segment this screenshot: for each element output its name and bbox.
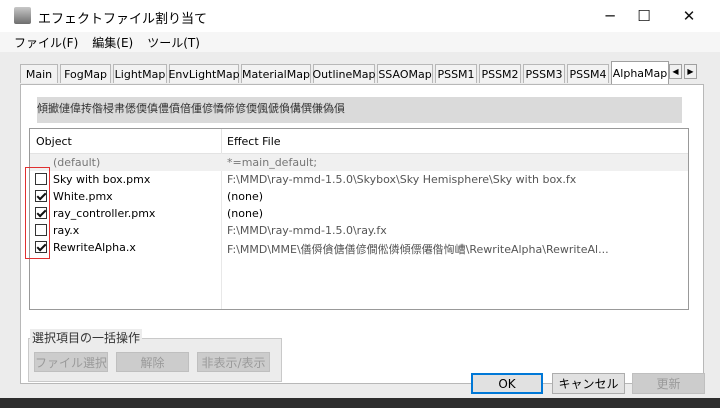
row-effect: *=main_default; xyxy=(227,156,318,169)
close-button[interactable]: ✕ xyxy=(667,0,711,32)
row-object: (default) xyxy=(53,156,101,169)
row-object: RewriteAlpha.x xyxy=(53,241,136,254)
ok-button[interactable]: OK xyxy=(471,373,543,394)
tab-pssm4[interactable]: PSSM4 xyxy=(567,64,609,83)
title-bar: エフェクトファイル割り当て ─ ☐ ✕ xyxy=(0,0,720,32)
table-row[interactable]: White.pmx (none) xyxy=(30,188,688,205)
row-object: ray.x xyxy=(53,224,80,237)
table-row[interactable]: RewriteAlpha.x F:\MMD\MME\僐僢僋傏僐偐僴倯僯傾僄僊偺恟… xyxy=(30,239,688,256)
list-header: Object Effect File xyxy=(30,129,688,154)
app-icon xyxy=(14,7,31,24)
column-header-object[interactable]: Object xyxy=(36,135,72,148)
row-effect: (none) xyxy=(227,190,264,203)
table-row[interactable]: (default) *=main_default; xyxy=(30,154,688,171)
row-effect: F:\MMD\ray-mmd-1.5.0\Skybox\Sky Hemisphe… xyxy=(227,173,577,186)
background-strip xyxy=(0,398,720,408)
tab-fogmap[interactable]: FogMap xyxy=(60,64,111,83)
tab-lightmap[interactable]: LightMap xyxy=(113,64,167,83)
menu-edit[interactable]: 編集(E) xyxy=(85,34,140,51)
object-list[interactable]: Object Effect File (default) *=main_defa… xyxy=(29,128,689,310)
cancel-button[interactable]: キャンセル xyxy=(552,373,625,394)
row-effect: (none) xyxy=(227,207,264,220)
row-object: White.pmx xyxy=(53,190,113,203)
table-row[interactable]: Sky with box.pmx F:\MMD\ray-mmd-1.5.0\Sk… xyxy=(30,171,688,188)
update-button[interactable]: 更新 xyxy=(632,373,705,394)
description-text: 傾擨僆偉抟偺梫帇僁偄傎僼僨偣偅偐憍偙偐偄偑傂偩傋僎傔偽傊 xyxy=(37,97,682,123)
tab-envlightmap[interactable]: EnvLightMap xyxy=(168,64,240,83)
column-separator[interactable] xyxy=(221,129,222,153)
menu-bar: ファイル(F) 編集(E) ツール(T) xyxy=(0,32,720,52)
file-select-button[interactable]: ファイル選択 xyxy=(34,352,108,372)
hide-show-button[interactable]: 非表示/表示 xyxy=(197,352,270,372)
column-header-effect[interactable]: Effect File xyxy=(227,135,281,148)
tab-pssm3[interactable]: PSSM3 xyxy=(523,64,565,83)
clear-button[interactable]: 解除 xyxy=(116,352,189,372)
tab-scroll-right-icon[interactable]: ▶ xyxy=(684,64,697,79)
window-title: エフェクトファイル割り当て xyxy=(38,12,208,27)
table-row[interactable]: ray_controller.pmx (none) xyxy=(30,205,688,222)
menu-tools[interactable]: ツール(T) xyxy=(140,34,207,51)
table-row[interactable]: ray.x F:\MMD\ray-mmd-1.5.0\ray.fx xyxy=(30,222,688,239)
bulk-ops-label: 選択項目の一括操作 xyxy=(30,329,143,346)
row-object: ray_controller.pmx xyxy=(53,207,156,220)
maximize-button[interactable]: ☐ xyxy=(622,0,666,32)
tab-alphamap[interactable]: AlphaMap xyxy=(611,61,669,84)
tab-scroll-left-icon[interactable]: ◀ xyxy=(669,64,682,79)
menu-file[interactable]: ファイル(F) xyxy=(0,34,85,51)
tab-pssm1[interactable]: PSSM1 xyxy=(435,64,477,83)
row-effect: F:\MMD\ray-mmd-1.5.0\ray.fx xyxy=(227,224,387,237)
tab-pssm2[interactable]: PSSM2 xyxy=(479,64,521,83)
tab-main[interactable]: Main xyxy=(20,64,58,83)
tab-ssaomap[interactable]: SSAOMap xyxy=(377,64,433,83)
tab-materialmap[interactable]: MaterialMap xyxy=(241,64,311,83)
row-object: Sky with box.pmx xyxy=(53,173,151,186)
row-effect: F:\MMD\MME\僐僢僋傏僐偐僴倯僯傾僄僊偺恟嶆\RewriteAlpha\… xyxy=(227,243,609,256)
tab-outlinemap[interactable]: OutlineMap xyxy=(313,64,376,83)
checkbox-highlight-box xyxy=(25,167,50,259)
